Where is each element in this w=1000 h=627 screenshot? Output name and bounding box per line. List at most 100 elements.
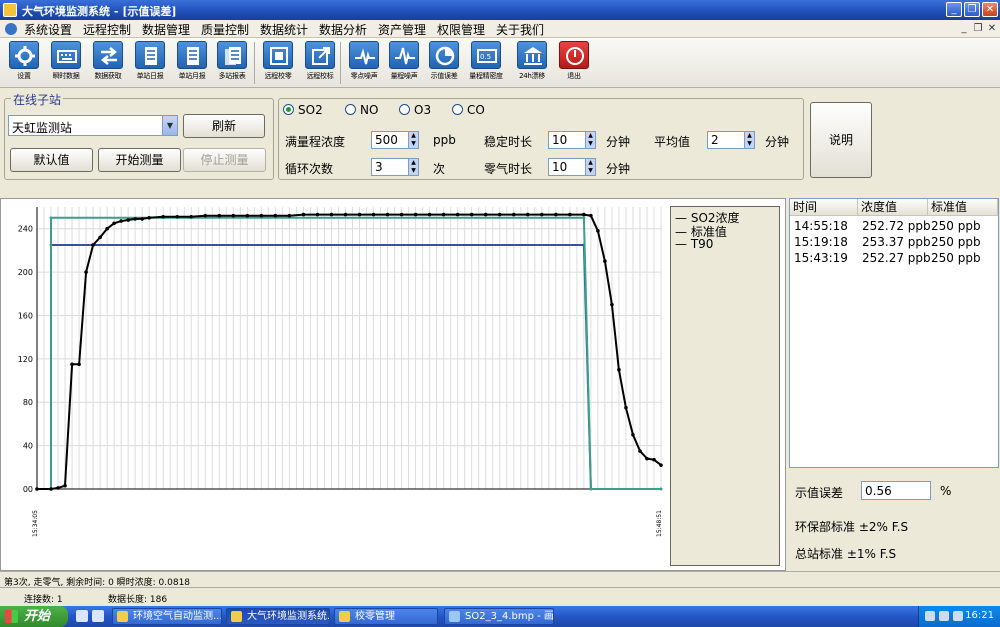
- data-point: [343, 212, 348, 217]
- menu-system-settings[interactable]: 系统设置: [24, 21, 72, 38]
- radio-o3[interactable]: O3: [399, 103, 431, 117]
- menu-remote-control[interactable]: 远程控制: [83, 21, 131, 38]
- zero-noise-button[interactable]: 零点噪声: [344, 40, 384, 86]
- radio-so2[interactable]: SO2: [283, 103, 323, 117]
- precision-icon: 0.5: [477, 49, 497, 63]
- close-button[interactable]: ✕: [982, 2, 998, 17]
- average-label: 平均值: [654, 135, 691, 149]
- full-scale-spinner[interactable]: 500 ▲ ▼: [371, 131, 419, 149]
- station-group-title: 在线子站: [11, 91, 64, 108]
- span-precision-button[interactable]: 0.5 量程精密度: [466, 40, 506, 86]
- data-point: [245, 213, 250, 218]
- station-select[interactable]: 天虹监测站 ▼: [8, 115, 178, 136]
- taskbar-item[interactable]: 校零管理: [334, 608, 438, 625]
- taskbar-item[interactable]: SO2_3_4.bmp - 画图: [444, 608, 554, 625]
- x-tick-label: 15:48:51: [656, 510, 663, 537]
- y-tick-label: 40: [23, 442, 33, 451]
- system-tray: 16:21: [918, 606, 1000, 627]
- menu-data-statistics[interactable]: 数据统计: [260, 21, 308, 38]
- data-point: [56, 486, 60, 490]
- clock: 16:21: [965, 610, 994, 621]
- default-values-button[interactable]: 默认值: [10, 148, 93, 172]
- data-fetch-button[interactable]: 数据获取: [88, 40, 128, 86]
- spin-arrows-icon[interactable]: ▲ ▼: [408, 132, 418, 148]
- table-cell: 250 ppb: [931, 235, 981, 249]
- multi-station-report-button[interactable]: 多站报表: [212, 40, 252, 86]
- mdi-restore-button[interactable]: ❐: [972, 23, 984, 34]
- menu-about-us[interactable]: 关于我们: [496, 21, 544, 38]
- stop-measure-button[interactable]: 停止测量: [183, 148, 266, 172]
- menu-quality-control[interactable]: 质量控制: [201, 21, 249, 38]
- data-length: 数据长度: 186: [108, 595, 168, 605]
- explain-button[interactable]: 说明: [810, 102, 872, 178]
- data-point: [98, 235, 102, 240]
- data-point: [596, 229, 600, 233]
- exit-button[interactable]: 退出: [554, 40, 594, 86]
- spin-arrows-icon[interactable]: ▲ ▼: [408, 159, 418, 175]
- start-button[interactable]: 开始: [0, 606, 68, 627]
- ie-quicklaunch-icon[interactable]: [76, 610, 88, 622]
- volume-tray-icon[interactable]: [953, 611, 963, 621]
- remote-zero-button[interactable]: 远程校零: [258, 40, 298, 86]
- drift-24h-button[interactable]: 24h漂移: [512, 40, 552, 86]
- radio-co[interactable]: CO: [452, 103, 485, 117]
- daily-report-button[interactable]: 单站日报: [130, 40, 170, 86]
- data-point: [112, 221, 116, 226]
- spin-arrows-icon[interactable]: ▲ ▼: [744, 132, 754, 148]
- average-spinner[interactable]: 2 ▲ ▼: [707, 131, 755, 149]
- desktop-quicklaunch-icon[interactable]: [92, 610, 104, 622]
- cycles-spinner[interactable]: 3 ▲ ▼: [371, 158, 419, 176]
- radio-no[interactable]: NO: [345, 103, 378, 117]
- column-header-standard[interactable]: 标准值: [928, 199, 998, 216]
- data-point: [231, 213, 236, 218]
- realtime-data-button[interactable]: 瞬时数据: [46, 40, 86, 86]
- spin-arrows-icon[interactable]: ▲ ▼: [585, 159, 595, 175]
- column-header-concentration[interactable]: 浓度值: [858, 199, 928, 216]
- menu-data-management[interactable]: 数据管理: [142, 21, 190, 38]
- zero-duration-spinner[interactable]: 10 ▲ ▼: [548, 158, 596, 176]
- remote-span-button[interactable]: 远程校标: [300, 40, 340, 86]
- refresh-button[interactable]: 刷新: [183, 114, 265, 138]
- data-point: [259, 213, 264, 218]
- data-point: [631, 432, 635, 437]
- settings-button[interactable]: 设置: [4, 40, 44, 86]
- menu-asset-management[interactable]: 资产管理: [378, 21, 426, 38]
- spin-arrows-icon[interactable]: ▲ ▼: [585, 132, 595, 148]
- mdi-close-button[interactable]: ✕: [986, 23, 998, 34]
- power-icon: [566, 47, 584, 65]
- table-cell: 250 ppb: [931, 219, 981, 233]
- bank-icon: [524, 47, 542, 65]
- transfer-arrows-icon: [100, 47, 118, 65]
- data-point: [455, 212, 460, 217]
- column-header-time[interactable]: 时间: [790, 199, 858, 216]
- monthly-report-button[interactable]: 单站月报: [172, 40, 212, 86]
- data-point: [301, 212, 306, 217]
- data-point: [175, 214, 180, 219]
- status-bar: 连接数: 1 数据长度: 186: [0, 587, 1000, 606]
- data-point: [540, 212, 544, 217]
- indication-error-field[interactable]: 0.56: [861, 481, 931, 500]
- indication-error-button[interactable]: 示值误差: [424, 40, 464, 86]
- windows-logo-icon: [5, 610, 18, 623]
- network-tray-icon[interactable]: [939, 611, 949, 621]
- pie-chart-icon: [435, 46, 455, 66]
- taskbar: 开始 环境空气自动监测... 大气环境监测系统... 校零管理 SO2_3_4.…: [0, 606, 1000, 627]
- report-icon: [187, 47, 199, 65]
- data-point: [329, 212, 334, 217]
- start-measure-button[interactable]: 开始测量: [98, 148, 181, 172]
- menu-data-analysis[interactable]: 数据分析: [319, 21, 367, 38]
- menu-permission-management[interactable]: 权限管理: [437, 21, 485, 38]
- mdi-minimize-button[interactable]: _: [958, 23, 970, 34]
- minimize-button[interactable]: _: [946, 2, 962, 17]
- keyboard-tray-icon[interactable]: [925, 611, 935, 621]
- stable-duration-spinner[interactable]: 10 ▲ ▼: [548, 131, 596, 149]
- maximize-button[interactable]: ❐: [964, 2, 980, 17]
- data-point: [35, 487, 39, 491]
- span-noise-button[interactable]: 量程噪声: [384, 40, 424, 86]
- average-unit: 分钟: [765, 135, 790, 149]
- taskbar-item[interactable]: 环境空气自动监测...: [112, 608, 222, 625]
- data-point: [287, 213, 292, 218]
- taskbar-item[interactable]: 大气环境监测系统...: [226, 608, 330, 625]
- chevron-down-icon[interactable]: ▼: [162, 116, 177, 135]
- data-point: [49, 216, 53, 220]
